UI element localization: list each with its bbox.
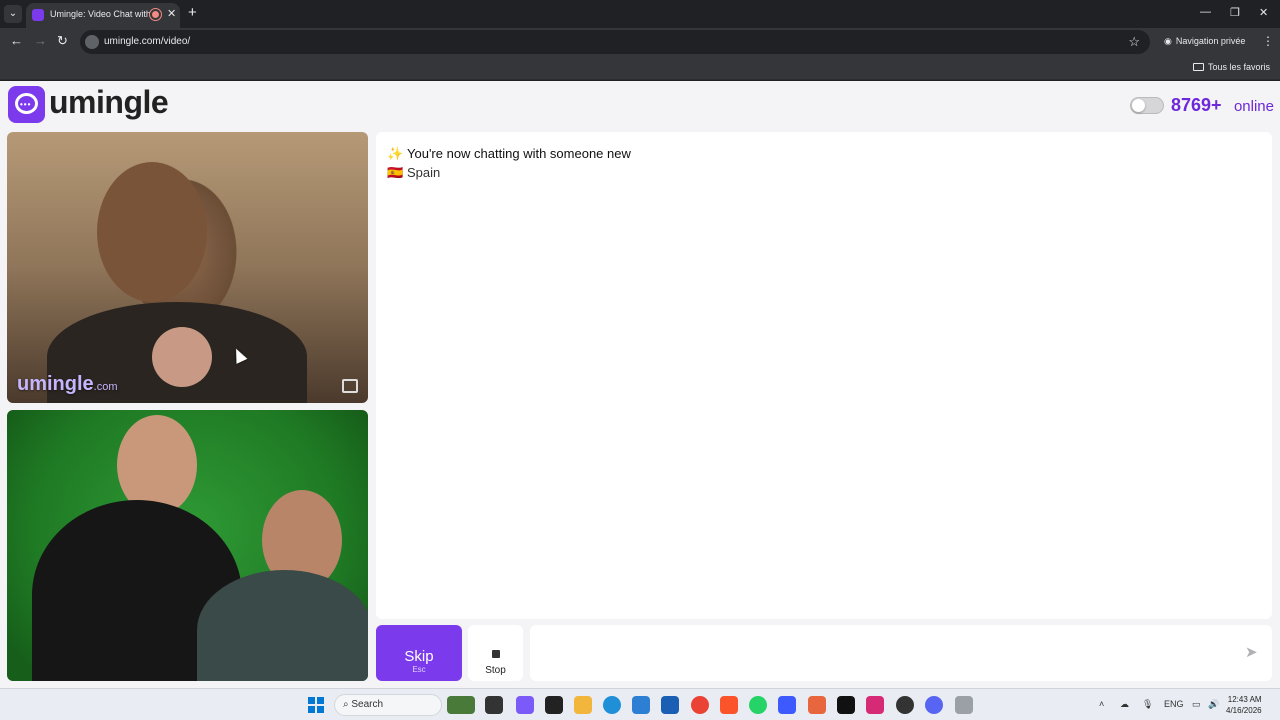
- address-bar[interactable]: umingle.com/video/ ☆: [80, 30, 1150, 54]
- tray-overflow-icon[interactable]: ˄: [1099, 699, 1104, 709]
- brave-icon[interactable]: [720, 696, 738, 714]
- incognito-icon: ◉: [1164, 36, 1172, 46]
- umingle-page: ••• umingle 8769+ online umingle.com ✨ Yo…: [0, 81, 1280, 688]
- logo-text: umingle: [49, 84, 169, 120]
- stop-button[interactable]: Stop: [468, 625, 523, 681]
- file-explorer-icon[interactable]: [485, 696, 503, 714]
- tab-close-icon[interactable]: ✕: [167, 7, 176, 20]
- chat-panel: ✨ You're now chatting with someone new 🇪🇸…: [376, 132, 1272, 619]
- tab-search-dropdown-icon[interactable]: ⌄: [4, 5, 22, 23]
- microphone-icon[interactable]: 🎙: [1142, 699, 1153, 710]
- bookmark-star-icon[interactable]: ☆: [1128, 34, 1140, 50]
- widgets-icon[interactable]: [447, 696, 475, 714]
- browser-toolbar: ← → ↻ umingle.com/video/ ☆ ◉ Navigation p…: [0, 28, 1280, 56]
- stop-icon: [491, 650, 500, 658]
- sparkles-icon: ✨: [387, 146, 404, 161]
- country-text: Spain: [407, 165, 441, 180]
- browser-menu-icon[interactable]: ⋮: [1262, 34, 1274, 48]
- private-label: Navigation privée: [1175, 36, 1246, 46]
- folder-icon: [1192, 63, 1204, 71]
- onedrive-icon[interactable]: ☁: [1120, 699, 1129, 710]
- forward-button[interactable]: →: [34, 33, 47, 48]
- taskbar-search[interactable]: ⌕ Search: [334, 694, 442, 716]
- private-browsing-indicator[interactable]: ◉ Navigation privée: [1164, 36, 1245, 47]
- whatsapp-icon[interactable]: [749, 696, 767, 714]
- clock-time: 12:43 AM: [1227, 695, 1262, 704]
- close-window-icon[interactable]: ✕: [1259, 6, 1268, 19]
- chat-status-message: ✨ You're now chatting with someone new: [387, 146, 631, 162]
- back-button[interactable]: ←: [10, 33, 23, 48]
- theme-toggle[interactable]: [1129, 97, 1164, 114]
- new-tab-button[interactable]: +: [188, 4, 197, 21]
- toggle-knob: [1131, 99, 1145, 112]
- url-text: umingle.com/video/: [104, 36, 191, 47]
- online-count: 8769+: [1170, 95, 1222, 115]
- windows-taskbar: ⌕ Search ˄ ☁ 🎙 ENG ▭ 🔊 12:43 AM 4/16/202…: [0, 688, 1280, 720]
- report-flag-icon[interactable]: [342, 379, 358, 393]
- skip-button[interactable]: Skip Esc: [376, 625, 462, 681]
- stranger-face: [97, 162, 207, 302]
- chrome-icon[interactable]: [691, 696, 709, 714]
- stranger-hand: [152, 327, 212, 387]
- browser-tab-umingle[interactable]: Umingle: Video Chat with S ✕: [26, 3, 180, 28]
- tiktok-icon[interactable]: [837, 696, 855, 714]
- outlook-icon[interactable]: [632, 696, 650, 714]
- clock-date: 4/16/2026: [1226, 706, 1262, 715]
- send-icon[interactable]: ➤: [1245, 643, 1258, 661]
- minimize-icon[interactable]: —: [1200, 6, 1211, 18]
- recording-indicator-icon: [150, 9, 161, 20]
- online-counter: 8769+ online: [1129, 95, 1274, 115]
- chat-bubble-logo-icon: •••: [8, 86, 45, 123]
- taskbar-search-label: Search: [351, 699, 384, 710]
- watermark-text: umingle: [17, 373, 94, 395]
- skip-hint: Esc: [412, 665, 426, 674]
- volume-icon[interactable]: 🔊: [1208, 699, 1219, 710]
- discord-icon[interactable]: [925, 696, 943, 714]
- status-text: You're now chatting with someone new: [407, 146, 631, 161]
- recorder-icon[interactable]: [896, 696, 914, 714]
- watermark-suffix: .com: [93, 381, 118, 393]
- spain-flag-icon: 🇪🇸: [387, 165, 404, 180]
- message-input[interactable]: [530, 625, 1272, 681]
- store-icon[interactable]: [661, 696, 679, 714]
- self-body-right: [197, 570, 368, 681]
- skip-label: Skip: [404, 648, 434, 665]
- reload-button[interactable]: ↻: [57, 33, 68, 49]
- browser-tabstrip: ⌄ Umingle: Video Chat with S ✕ + — ❐ ✕: [0, 0, 1280, 28]
- copilot-icon[interactable]: [516, 696, 534, 714]
- site-info-icon[interactable]: [85, 35, 99, 49]
- restore-icon[interactable]: ❐: [1230, 6, 1240, 19]
- folder-icon[interactable]: [574, 696, 592, 714]
- stop-label: Stop: [485, 665, 506, 676]
- online-label: online: [1233, 98, 1274, 115]
- edge-icon[interactable]: [603, 696, 621, 714]
- bookmarks-bar: Tous les favoris: [0, 56, 1280, 80]
- taskbar-clock[interactable]: 12:43 AM 4/16/2026: [1226, 694, 1262, 716]
- umingle-watermark: umingle.com: [17, 373, 118, 396]
- network-icon[interactable]: ▭: [1192, 699, 1201, 710]
- instagram-icon[interactable]: [866, 696, 884, 714]
- tab-title: Umingle: Video Chat with S: [50, 9, 160, 19]
- self-video: [7, 410, 368, 681]
- all-bookmarks-button[interactable]: Tous les favoris: [1192, 62, 1270, 72]
- fox-app-icon[interactable]: [808, 696, 826, 714]
- language-indicator[interactable]: ENG: [1164, 699, 1184, 709]
- capcut-icon[interactable]: [545, 696, 563, 714]
- stranger-video: umingle.com: [7, 132, 368, 403]
- app-icon[interactable]: [778, 696, 796, 714]
- all-bookmarks-label: Tous les favoris: [1207, 62, 1270, 72]
- umingle-favicon-icon: [32, 9, 44, 21]
- app-icon-2[interactable]: [955, 696, 973, 714]
- chat-country: 🇪🇸 Spain: [387, 165, 440, 181]
- windows-start-icon[interactable]: [308, 697, 324, 713]
